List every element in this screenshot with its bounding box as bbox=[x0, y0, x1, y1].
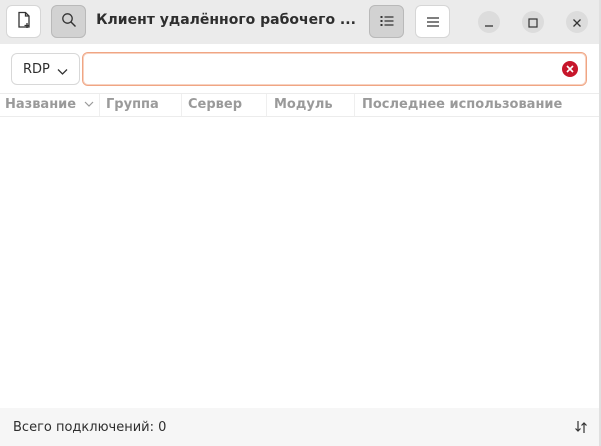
sort-toggle-icon[interactable] bbox=[573, 419, 589, 435]
column-divider bbox=[354, 94, 355, 116]
close-button[interactable] bbox=[566, 11, 588, 33]
column-header-server[interactable]: Сервер bbox=[188, 97, 242, 112]
column-header-plugin[interactable]: Модуль bbox=[274, 97, 333, 112]
column-name-label: Название bbox=[5, 97, 77, 112]
column-divider bbox=[99, 94, 100, 116]
hamburger-menu-icon bbox=[426, 12, 439, 31]
connection-count: Всего подключений: 0 bbox=[13, 420, 167, 435]
window-title: Клиент удалённого рабочего ... bbox=[96, 12, 356, 28]
chevron-down-icon bbox=[57, 65, 68, 80]
clear-icon[interactable] bbox=[562, 61, 578, 77]
column-divider bbox=[181, 94, 182, 116]
column-divider bbox=[266, 94, 267, 116]
maximize-icon bbox=[528, 13, 538, 32]
maximize-button[interactable] bbox=[522, 11, 544, 33]
new-document-icon bbox=[16, 11, 32, 33]
sort-chevron-icon bbox=[84, 97, 94, 112]
search-icon bbox=[61, 12, 77, 32]
minimize-button[interactable] bbox=[478, 11, 500, 33]
protocol-dropdown[interactable]: RDP bbox=[11, 53, 80, 85]
connection-list[interactable] bbox=[0, 118, 601, 408]
header-bar: Клиент удалённого рабочего ... bbox=[0, 0, 601, 44]
main-menu-button[interactable] bbox=[415, 5, 450, 38]
close-icon bbox=[572, 13, 582, 32]
view-mode-button[interactable] bbox=[369, 5, 404, 38]
remmina-window: Клиент удалённого рабочего ... RDP Назва… bbox=[0, 0, 601, 446]
search-toggle-button[interactable] bbox=[51, 5, 86, 38]
list-view-icon bbox=[380, 12, 394, 31]
status-bar: Всего подключений: 0 bbox=[0, 408, 601, 446]
column-header-last-used[interactable]: Последнее использование bbox=[362, 97, 562, 112]
column-headers: Название Группа Сервер Модуль Последнее … bbox=[0, 93, 601, 117]
column-header-group[interactable]: Группа bbox=[106, 97, 159, 112]
column-header-name[interactable]: Название bbox=[5, 97, 94, 112]
quick-connect-input[interactable] bbox=[82, 52, 587, 86]
new-connection-button[interactable] bbox=[6, 5, 41, 38]
protocol-value: RDP bbox=[23, 61, 50, 77]
minimize-icon bbox=[484, 13, 494, 32]
